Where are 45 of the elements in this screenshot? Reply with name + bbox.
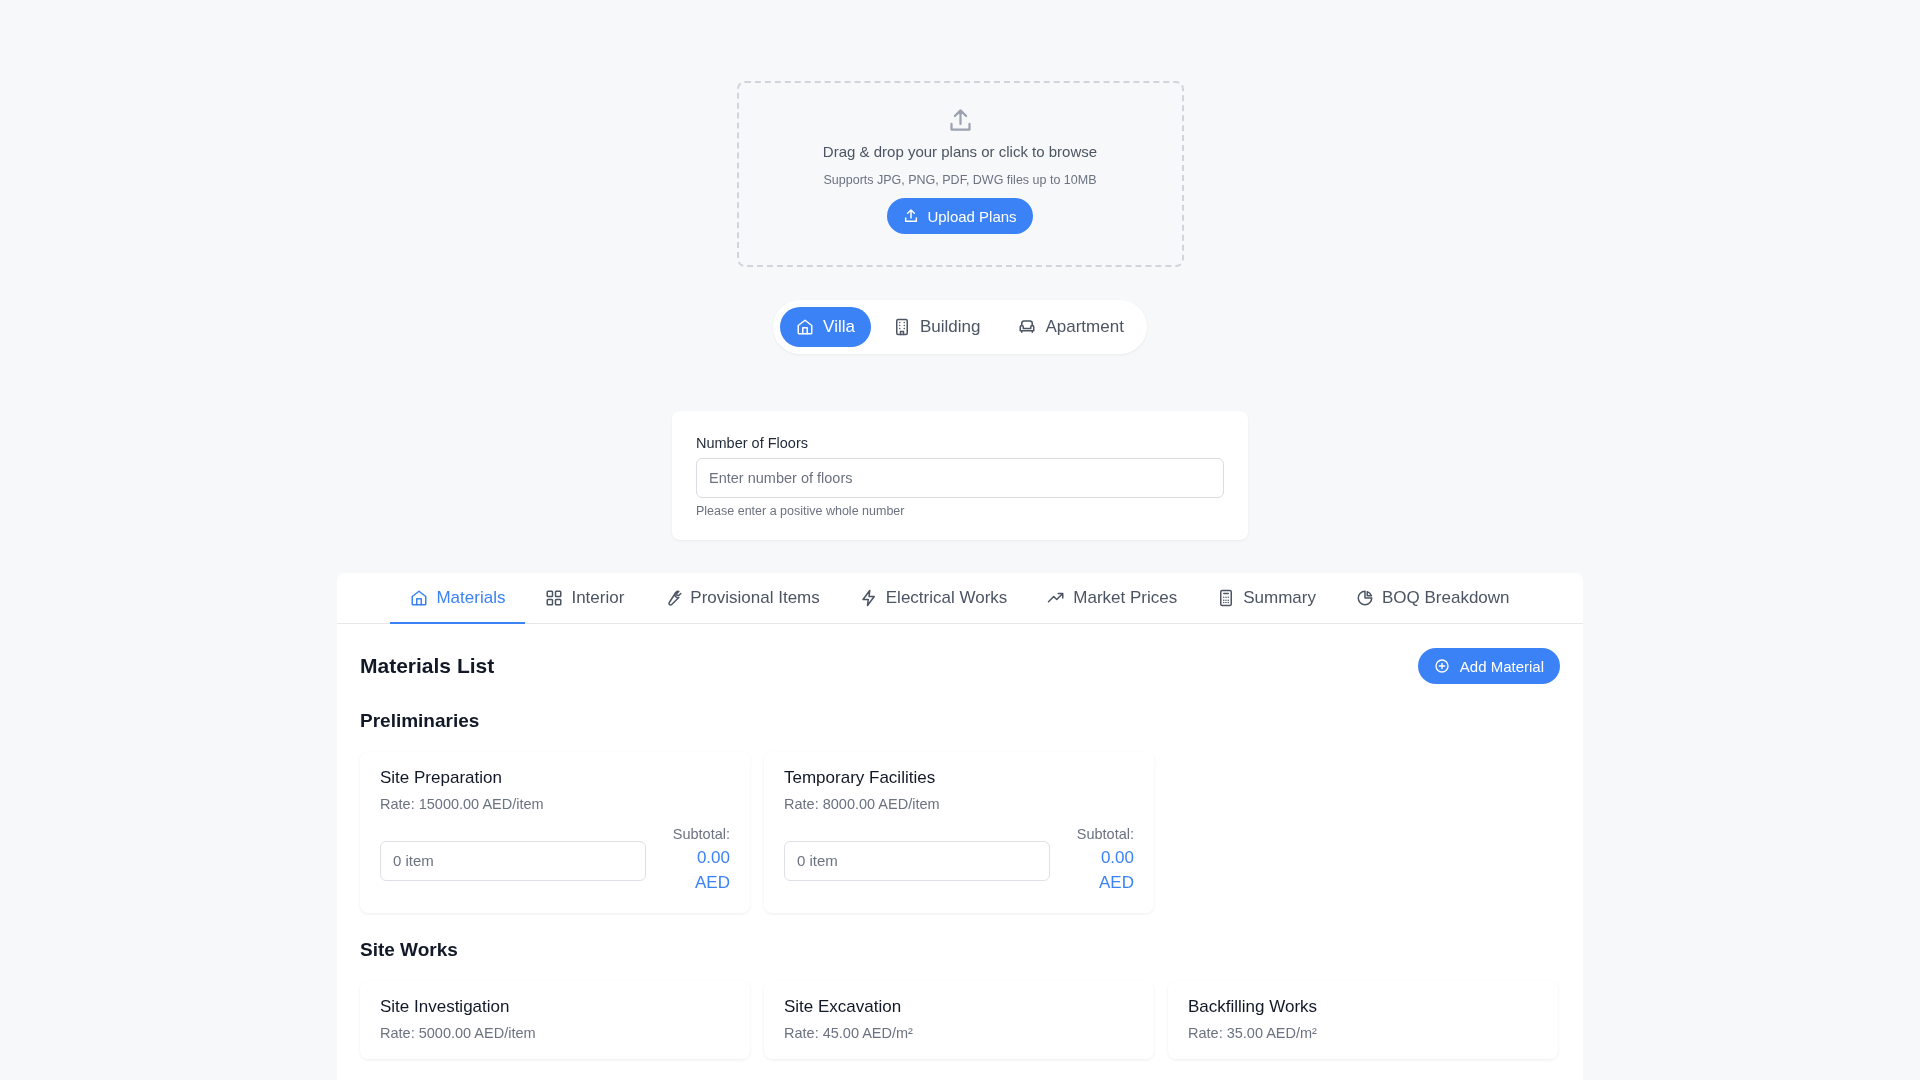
tab[interactable]: Interior — [525, 573, 645, 624]
subtotal-value: 0.00 AED — [694, 847, 730, 894]
add-material-button[interactable]: Add Material — [1417, 648, 1560, 684]
category-title: Site Works — [360, 939, 459, 962]
sofa-icon — [1018, 318, 1037, 336]
dropzone-title: Drag & drop your plans or click to browse — [822, 143, 1098, 160]
material-rate: Rate: 8000.00 AED/item — [784, 796, 941, 812]
material-name: Backfilling Works — [1188, 997, 1319, 1018]
material-name: Site Excavation — [784, 997, 903, 1018]
tab[interactable]: Summary — [1197, 573, 1336, 624]
floors-input[interactable]: Enter number of floors — [696, 458, 1224, 498]
property-type-button[interactable]: Building — [876, 307, 997, 347]
tab[interactable]: Provisional Items — [644, 573, 840, 624]
house-icon — [410, 588, 429, 607]
material-rate: Rate: 45.00 AED/m² — [784, 1025, 914, 1042]
plus-circle-icon — [1433, 658, 1450, 674]
lightning-bolt-icon — [859, 588, 878, 607]
subtotal-value: 0.00 AED — [1098, 847, 1134, 894]
material-rate: Rate: 15000.00 AED/item — [380, 796, 545, 812]
pie-chart-icon — [1356, 588, 1374, 607]
property-type-button[interactable]: Apartment — [1002, 307, 1140, 347]
dropzone-hint: Supports JPG, PNG, PDF, DWG files up to 10MB — [823, 173, 1097, 187]
quantity-input[interactable]: 0 item — [784, 840, 1050, 881]
upload-plans-button[interactable]: Upload Plans — [887, 198, 1033, 234]
tab[interactable]: Materials — [390, 573, 526, 624]
upload-dropzone[interactable]: Drag & drop your plans or click to browse Supports JPG, PNG, PDF, DWG files up to 10MB Upload Plans — [736, 81, 1184, 267]
field-label: Number of Floors — [696, 435, 809, 451]
property-type-button[interactable]: Villa — [780, 307, 871, 347]
grid-icon — [545, 588, 564, 607]
house-icon — [796, 318, 815, 336]
tab[interactable]: Market Prices — [1027, 573, 1198, 624]
quantity-input[interactable]: 0 item — [380, 840, 646, 881]
upload-icon — [903, 208, 920, 224]
subtotal-label: Subtotal: — [1075, 826, 1134, 842]
field-hint: Please enter a positive whole number — [696, 504, 906, 518]
tab[interactable]: Electrical Works — [839, 573, 1028, 624]
subtotal-label: Subtotal: — [671, 826, 730, 842]
material-name: Temporary Facilities — [784, 768, 937, 788]
material-rate: Rate: 35.00 AED/m² — [1188, 1025, 1318, 1042]
material-rate: Rate: 5000.00 AED/item — [380, 1025, 537, 1042]
material-name: Site Investigation — [380, 997, 511, 1018]
category-title: Preliminaries — [360, 710, 481, 732]
tab[interactable]: BOQ Breakdown — [1336, 573, 1530, 624]
section-title: Materials List — [360, 654, 495, 678]
material-name: Site Preparation — [380, 768, 503, 788]
